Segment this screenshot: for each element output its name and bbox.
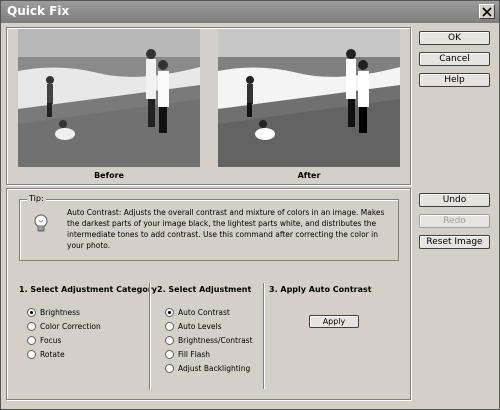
radio-label: Focus [40, 336, 62, 345]
radio-button[interactable] [165, 308, 174, 317]
undo-button[interactable]: Undo [419, 193, 490, 207]
tip-legend: Tip: [27, 194, 46, 203]
radio-label: Fill Flash [178, 350, 211, 359]
radio-color-correction[interactable]: Color Correction [27, 322, 101, 331]
after-label: After [297, 171, 321, 180]
ok-button[interactable]: OK [419, 31, 490, 45]
radio-label: Auto Contrast [178, 308, 230, 317]
radio-button[interactable] [165, 364, 174, 373]
radio-brightness[interactable]: Brightness [27, 308, 80, 317]
lightbulb-icon [33, 213, 49, 237]
radio-button[interactable] [27, 336, 36, 345]
reset-image-button[interactable]: Reset Image [419, 235, 490, 249]
radio-label: Rotate [40, 350, 65, 359]
adjustment-title: 2. Select Adjustment [157, 285, 252, 294]
before-image [18, 29, 200, 167]
title-bar[interactable]: Quick Fix [1, 1, 499, 23]
category-title: 1. Select Adjustment Category [19, 285, 158, 294]
apply-title: 3. Apply Auto Contrast [269, 285, 372, 294]
radio-label: Auto Levels [178, 322, 222, 331]
radio-fill-flash[interactable]: Fill Flash [165, 350, 210, 359]
cancel-button[interactable]: Cancel [419, 52, 490, 66]
radio-auto-contrast[interactable]: Auto Contrast [165, 308, 230, 317]
radio-button[interactable] [165, 350, 174, 359]
radio-button[interactable] [165, 322, 174, 331]
radio-label: Brightness/Contrast [178, 336, 253, 345]
close-icon [482, 6, 492, 17]
section-divider [263, 283, 265, 389]
radio-adjust-backlighting[interactable]: Adjust Backlighting [165, 364, 250, 373]
radio-label: Color Correction [40, 322, 101, 331]
radio-rotate[interactable]: Rotate [27, 350, 65, 359]
help-button[interactable]: Help [419, 73, 490, 87]
radio-button[interactable] [27, 308, 36, 317]
radio-button[interactable] [165, 336, 174, 345]
after-image [218, 29, 400, 167]
redo-button[interactable]: Redo [419, 214, 490, 228]
tip-text: Auto Contrast: Adjusts the overall contr… [67, 208, 385, 250]
radio-button[interactable] [27, 350, 36, 359]
section-divider [149, 283, 151, 389]
apply-button[interactable]: Apply [309, 315, 359, 328]
radio-auto-levels[interactable]: Auto Levels [165, 322, 222, 331]
radio-label: Brightness [40, 308, 80, 317]
window-title: Quick Fix [7, 4, 70, 18]
radio-brightness-contrast[interactable]: Brightness/Contrast [165, 336, 253, 345]
radio-focus[interactable]: Focus [27, 336, 61, 345]
radio-button[interactable] [27, 322, 36, 331]
quick-fix-dialog: Quick Fix Before After OK Cancel Help Un… [0, 0, 500, 410]
radio-label: Adjust Backlighting [178, 364, 251, 373]
close-button[interactable] [479, 4, 495, 19]
before-label: Before [94, 171, 124, 180]
